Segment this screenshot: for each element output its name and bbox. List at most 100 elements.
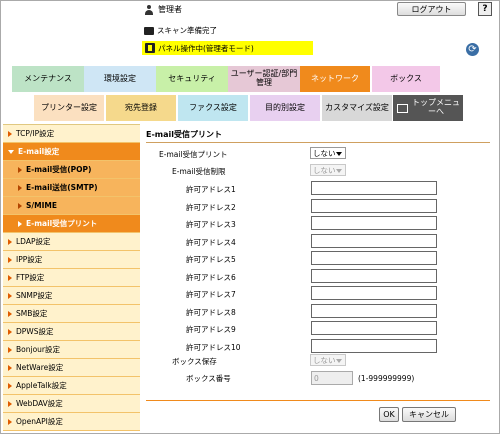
page-title: E-mail受信プリント — [146, 130, 223, 139]
sidebar-item[interactable]: E-mail送信(SMTP) — [3, 179, 140, 197]
allowed-address-input[interactable] — [311, 321, 437, 335]
sidebar-item[interactable]: S/MIME — [3, 197, 140, 215]
triangle-down-icon — [8, 149, 14, 154]
home-menu-icon — [397, 103, 408, 113]
cancel-button[interactable]: キャンセル — [402, 407, 456, 422]
sidebar-item-label: SNMP設定 — [16, 291, 53, 300]
chevron-down-icon — [336, 168, 342, 173]
sidebar-item[interactable]: WebDAV設定 — [3, 395, 140, 413]
tab-sub-5[interactable]: トップメニューへ — [393, 95, 463, 121]
box-save-select[interactable]: しない — [310, 354, 346, 366]
panel-status: パネル操作中(管理者モード) — [142, 41, 313, 55]
tab-main-4[interactable]: ネットワーク — [300, 66, 370, 92]
email-print-select[interactable]: しない — [310, 147, 346, 159]
main-content: E-mail受信プリント E-mail受信プリント しない E-mail受信制限… — [146, 124, 496, 430]
allowed-address-label: 許可アドレス7 — [186, 290, 236, 299]
sidebar-item[interactable]: OpenAPI設定 — [3, 413, 140, 431]
allowed-address-input[interactable] — [311, 303, 437, 318]
sidebar-item[interactable]: NetWare設定 — [3, 359, 140, 377]
refresh-icon[interactable]: ⟳ — [466, 43, 479, 56]
user-indicator: 管理者 — [144, 4, 182, 15]
sidebar-item[interactable]: IPP設定 — [3, 251, 140, 269]
tab-sub-3[interactable]: 目的別設定 — [250, 95, 320, 121]
triangle-right-icon — [18, 184, 22, 191]
email-print-value: しない — [313, 148, 336, 158]
tab-sub-2[interactable]: ファクス設定 — [178, 95, 248, 121]
triangle-right-icon — [8, 418, 12, 425]
box-number-label: ボックス番号 — [186, 374, 231, 383]
allowed-address-input[interactable] — [311, 198, 437, 213]
sidebar-item[interactable]: E-mail受信プリント — [3, 215, 140, 233]
box-save-value: しない — [313, 355, 336, 365]
scan-status: スキャン準備完了 — [144, 25, 217, 36]
allowed-address-label: 許可アドレス1 — [186, 185, 236, 194]
tab-main-0[interactable]: メンテナンス — [12, 66, 84, 92]
tab-sub-1[interactable]: 宛先登録 — [106, 95, 176, 121]
triangle-right-icon — [8, 364, 12, 371]
email-print-label: E-mail受信プリント — [159, 150, 228, 159]
chevron-down-icon — [336, 151, 342, 156]
triangle-right-icon — [8, 274, 12, 281]
box-save-label: ボックス保存 — [172, 357, 217, 366]
panel-status-text: パネル操作中(管理者モード) — [158, 43, 254, 53]
allowed-address-input[interactable] — [311, 338, 437, 353]
sidebar-item-label: S/MIME — [26, 201, 57, 210]
sidebar-item-label: SMB設定 — [16, 309, 48, 318]
sidebar-item-label: TCP/IP設定 — [16, 129, 55, 138]
allowed-address-label: 許可アドレス5 — [186, 255, 236, 264]
box-number-range: (1-999999999) — [358, 374, 415, 383]
allowed-address-input[interactable] — [311, 268, 437, 283]
help-button[interactable]: ? — [478, 2, 492, 16]
sidebar-item[interactable]: FTP設定 — [3, 269, 140, 287]
sidebar-item-label: E-mail設定 — [18, 147, 60, 156]
ok-button[interactable]: OK — [379, 407, 399, 422]
sidebar-item-label: LDAP設定 — [16, 237, 51, 246]
sidebar-item[interactable]: DPWS設定 — [3, 323, 140, 341]
allowed-address-input[interactable] — [311, 233, 437, 248]
sidebar-item-label: FTP設定 — [16, 273, 45, 282]
sidebar-item-label: IPP設定 — [16, 255, 43, 264]
allowed-address-label: 許可アドレス3 — [186, 220, 236, 229]
sidebar-item[interactable]: Bonjour設定 — [3, 341, 140, 359]
tab-main-1[interactable]: 環境設定 — [84, 66, 156, 92]
tab-main-3[interactable]: ユーザー認証/部門管理 — [228, 66, 300, 92]
sidebar-item[interactable]: TCP/IP設定 — [3, 125, 140, 143]
sidebar-item[interactable]: LDAP設定 — [3, 233, 140, 251]
allowed-address-input[interactable] — [311, 251, 437, 265]
email-restrict-select[interactable]: しない — [310, 164, 346, 176]
triangle-right-icon — [8, 130, 12, 137]
sidebar-item[interactable]: AppleTalk設定 — [3, 377, 140, 395]
triangle-right-icon — [8, 346, 12, 353]
sidebar: TCP/IP設定 E-mail設定 E-mail受信(POP) E-mail送信(SM… — [3, 124, 140, 431]
sidebar-item-label: WebDAV設定 — [16, 399, 63, 408]
email-restrict-label: E-mail受信制限 — [172, 167, 226, 176]
sidebar-item[interactable]: E-mail設定 — [3, 143, 140, 161]
user-name: 管理者 — [158, 5, 182, 14]
user-icon — [144, 4, 154, 15]
allowed-address-input[interactable] — [311, 286, 437, 300]
tab-main-5[interactable]: ボックス — [372, 66, 440, 92]
triangle-right-icon — [8, 292, 12, 299]
sidebar-item[interactable]: SNMP設定 — [3, 287, 140, 305]
sidebar-item-label: OpenAPI設定 — [16, 417, 63, 426]
tab-sub-4[interactable]: カスタマイズ設定 — [322, 95, 392, 121]
sidebar-item[interactable]: E-mail受信(POP) — [3, 161, 140, 179]
tab-sub-0[interactable]: プリンター設定 — [34, 95, 104, 121]
sidebar-item-label: E-mail送信(SMTP) — [26, 183, 98, 192]
logout-button[interactable]: ログアウト — [397, 2, 466, 16]
allowed-address-input[interactable] — [311, 216, 437, 230]
sidebar-item-label: DPWS設定 — [16, 327, 54, 336]
allowed-address-input[interactable] — [311, 181, 437, 195]
box-number-input[interactable]: 0 — [311, 371, 353, 385]
tab-main-2[interactable]: セキュリティ — [156, 66, 228, 92]
scanner-icon — [144, 26, 154, 35]
sidebar-item-label: AppleTalk設定 — [16, 381, 67, 390]
email-restrict-value: しない — [313, 165, 336, 175]
sidebar-item[interactable]: SMB設定 — [3, 305, 140, 323]
form-divider — [146, 400, 490, 401]
tab-sub-label: トップメニューへ — [412, 98, 460, 116]
triangle-right-icon — [18, 220, 22, 227]
triangle-right-icon — [8, 400, 12, 407]
sidebar-item-label: E-mail受信(POP) — [26, 165, 92, 174]
triangle-right-icon — [8, 256, 12, 263]
